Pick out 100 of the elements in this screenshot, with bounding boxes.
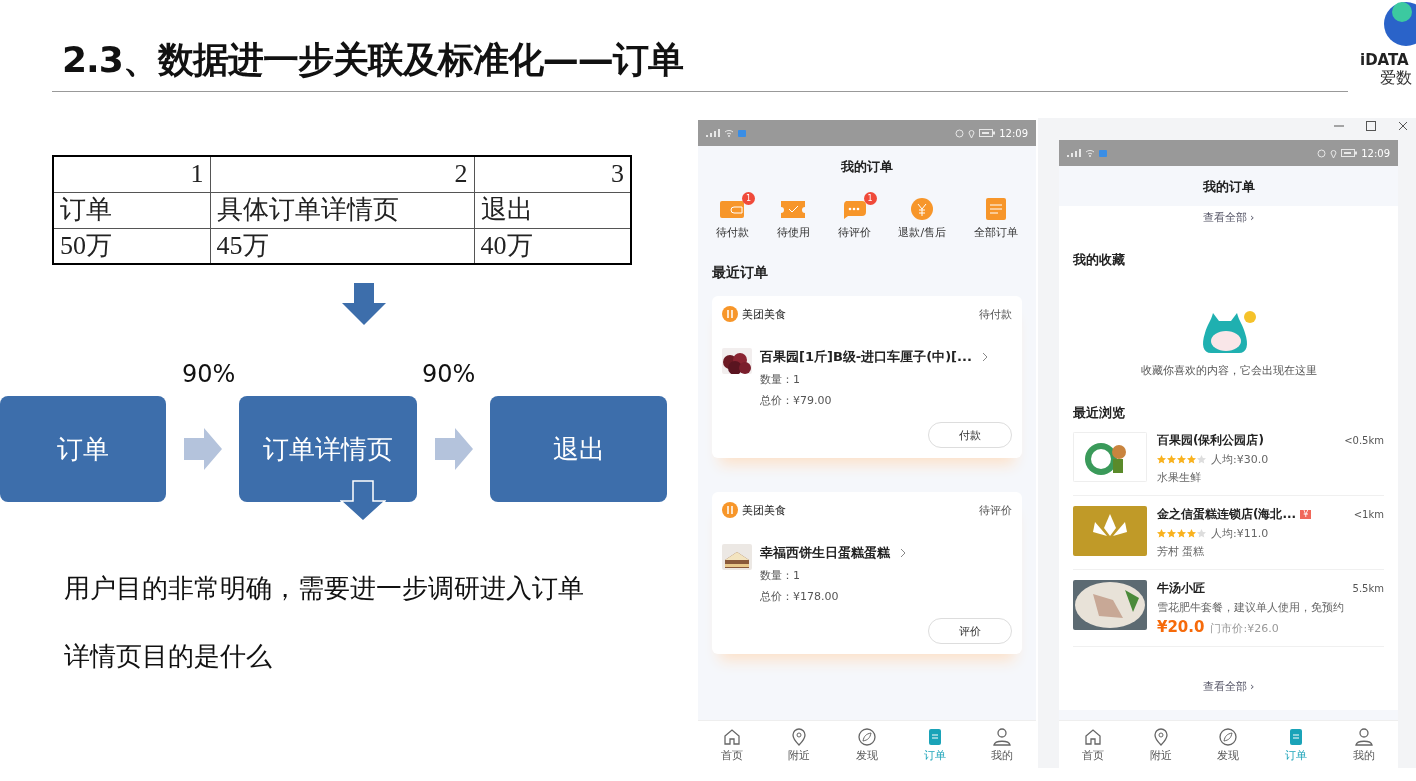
app-icon	[1099, 149, 1107, 157]
action-button[interactable]: 评价	[928, 618, 1012, 644]
right-arrow-icon	[184, 428, 222, 470]
count-badge: 1	[863, 192, 877, 205]
wifi-icon	[1085, 149, 1095, 157]
yen-coin-icon	[910, 198, 935, 220]
battery-icon	[1341, 149, 1358, 157]
nav-tab[interactable]: 我的	[1353, 726, 1376, 763]
note-text: 用户目的非常明确，需要进一步调研进入订单详情页目的是什么	[64, 572, 585, 673]
conversion-rate: 90%	[182, 360, 236, 388]
nav-tab[interactable]: 附近	[1149, 726, 1172, 763]
table-cell: 订单	[53, 192, 210, 228]
order-shortcut[interactable]: 待付款 1	[709, 192, 755, 240]
average-price: 人均:¥11.0	[1211, 526, 1269, 541]
item-quantity: 数量：1	[760, 568, 801, 583]
chevron-right-icon	[900, 548, 906, 558]
view-all-link[interactable]: 查看全部 ›	[1202, 679, 1255, 694]
down-arrow-icon	[342, 283, 386, 325]
nav-tab[interactable]: 发现	[1217, 726, 1240, 763]
item-quantity: 数量：1	[760, 372, 801, 387]
flow-step: 订单	[0, 396, 166, 502]
logo-text: 爱数	[1379, 68, 1412, 87]
original-price: 门市价:¥26.0	[1210, 621, 1279, 636]
section-title: 我的收藏	[1073, 251, 1126, 269]
nav-tab[interactable]: 我的	[991, 726, 1014, 763]
wifi-icon	[724, 129, 734, 137]
nav-tab[interactable]: 发现	[856, 726, 878, 763]
star-icon	[1177, 455, 1186, 464]
count-badge: 1	[741, 192, 755, 205]
chevron-right-icon	[981, 352, 988, 362]
signal-icon	[1067, 149, 1081, 157]
recent-item[interactable]: 牛汤小匠 5.5km 雪花肥牛套餐，建议单人使用，免预约 ¥20.0 门市价:¥26.0	[1073, 570, 1384, 647]
flow-step: 订单详情页	[239, 396, 417, 502]
close-icon[interactable]	[1398, 121, 1408, 131]
order-shortcut[interactable]: 待评价 1	[831, 192, 877, 240]
star-icon	[1167, 529, 1176, 538]
nav-tab[interactable]: 首页	[1081, 726, 1104, 763]
nav-tab[interactable]: 附近	[788, 726, 811, 763]
ticket-icon	[781, 198, 806, 220]
table-cell: 具体订单详情页	[210, 192, 474, 228]
list-icon	[984, 198, 1008, 220]
star-icon	[1197, 455, 1206, 464]
person-icon	[992, 726, 1013, 747]
maximize-icon[interactable]	[1366, 121, 1376, 131]
view-all-link[interactable]: 查看全部 ›	[1202, 210, 1255, 225]
distance: <0.5km	[1344, 435, 1384, 446]
shop-name: 美团美食	[742, 306, 786, 322]
action-button[interactable]: 付款	[928, 422, 1012, 448]
star-icon	[1187, 529, 1196, 538]
right-arrow-icon	[435, 428, 473, 470]
compass-icon	[857, 726, 877, 747]
chat-bubble-icon	[842, 198, 867, 220]
star-icon	[1157, 455, 1166, 464]
shop-name: 美团美食	[742, 502, 786, 518]
order-status: 待评价	[979, 502, 1012, 518]
signal-icon	[706, 129, 720, 137]
table-cell: 2	[210, 156, 474, 192]
flow-step: 退出	[490, 396, 667, 502]
order-shortcut[interactable]: 退款/售后	[892, 192, 953, 240]
shop-name: 金之信蛋糕连锁店(海北...	[1157, 506, 1297, 523]
distance: 5.5km	[1352, 583, 1384, 594]
order-shortcut[interactable]: 待使用	[770, 192, 816, 240]
item-total: 总价：¥79.00	[760, 393, 833, 408]
deal-price: ¥20.0	[1157, 618, 1205, 636]
item-name: 幸福西饼生日蛋糕蛋糕	[760, 544, 890, 562]
alarm-icon	[955, 128, 965, 138]
order-shortcut[interactable]: 全部订单	[968, 192, 1024, 240]
recent-item[interactable]: 百果园(保利公园店) <0.5km 人均:¥30.0 水果生鲜	[1073, 422, 1384, 496]
shop-name: 牛汤小匠	[1157, 580, 1205, 597]
shop-tags: 水果生鲜	[1157, 470, 1384, 485]
star-icon	[1187, 455, 1196, 464]
person-icon	[1354, 726, 1375, 747]
order-status: 待付款	[979, 306, 1012, 322]
status-time: 12:09	[999, 127, 1028, 139]
battery-icon	[979, 129, 996, 137]
status-time: 12:09	[1361, 147, 1390, 159]
slide-title: 2.3、数据进一步关联及标准化——订单	[62, 38, 683, 82]
star-icon	[1157, 529, 1166, 538]
section-title: 最近订单	[711, 263, 769, 282]
recent-item[interactable]: 金之信蛋糕连锁店(海北... ¥ <1km 人均:¥11.0 芳村 蛋糕	[1073, 496, 1384, 570]
deal-description: 雪花肥牛套餐，建议单人使用，免预约	[1157, 600, 1345, 615]
logo-text: iDATA	[1360, 52, 1409, 69]
average-price: 人均:¥30.0	[1211, 452, 1269, 467]
discount-tag: ¥	[1300, 510, 1312, 519]
alarm-icon	[1317, 148, 1327, 158]
nav-tab[interactable]: 首页	[720, 726, 743, 763]
down-arrow-icon	[340, 480, 386, 522]
distance: <1km	[1353, 509, 1384, 520]
empty-state-text: 收藏你喜欢的内容，它会出现在这里	[1140, 363, 1317, 378]
screen-title: 我的订单	[840, 158, 894, 176]
item-total: 总价：¥178.00	[760, 589, 840, 604]
star-icon	[1167, 455, 1176, 464]
empty-state-icon	[1200, 309, 1257, 355]
table-cell: 1	[53, 156, 210, 192]
location-icon	[1330, 148, 1338, 158]
conversion-rate: 90%	[422, 360, 476, 388]
item-name: 百果园[1斤]B级-进口车厘子(中)[...	[760, 348, 972, 366]
star-icon	[1197, 529, 1206, 538]
app-icon	[738, 129, 746, 137]
compass-icon	[1218, 726, 1239, 747]
